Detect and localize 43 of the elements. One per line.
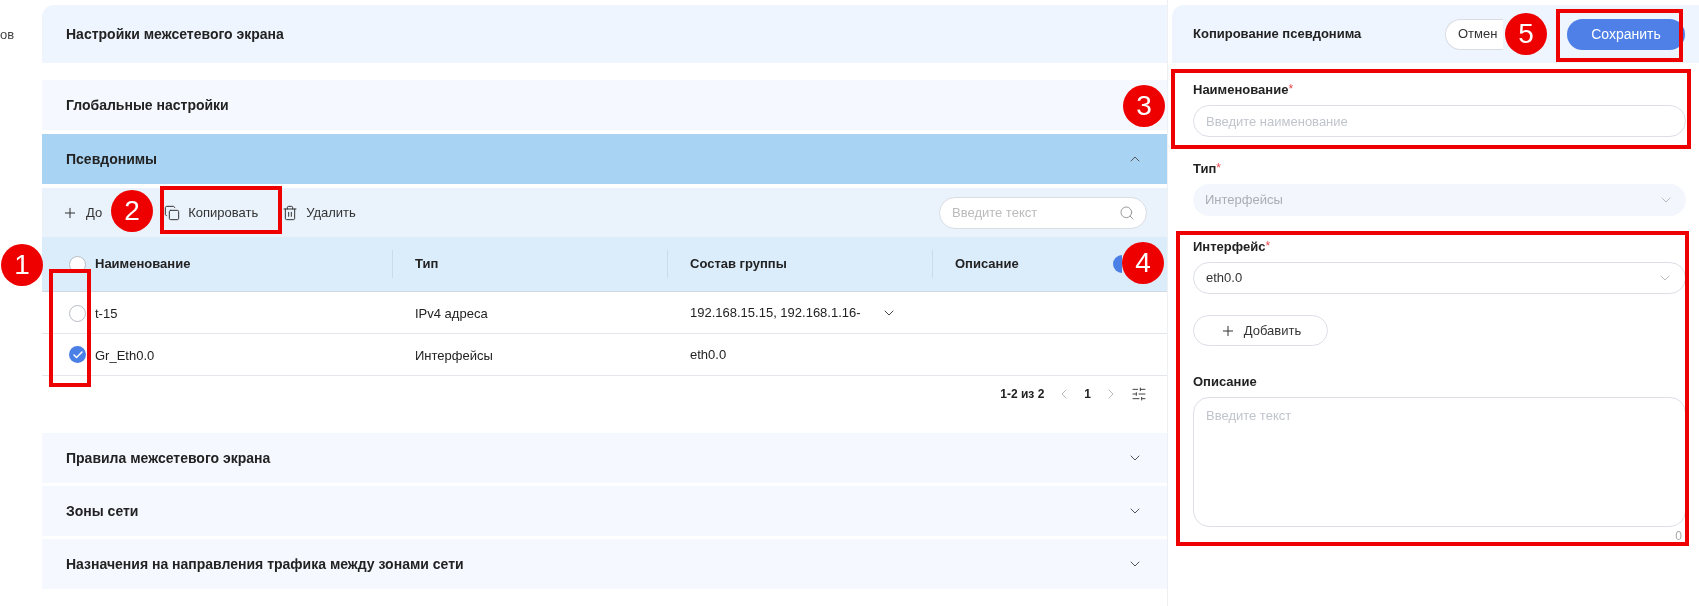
field-label: Тип (1193, 161, 1217, 176)
panel-title: Копирование псевдонима (1193, 25, 1362, 44)
table-cell: Интерфейсы (415, 347, 493, 363)
required-asterisk: * (1288, 82, 1294, 96)
character-counter: 0 (1675, 530, 1682, 542)
column-header: Тип (415, 255, 439, 274)
toolbar-button[interactable]: До (62, 202, 103, 223)
table-cell-text: 192.168.15.15, 192.168.1.16- (690, 303, 861, 322)
field-label: Описание (1193, 374, 1257, 389)
table-cell-text: eth0.0 (690, 345, 727, 364)
section-title: Правила межсетевого экрана (66, 448, 271, 468)
pagination-range: 1-2 из 2 (1000, 385, 1045, 403)
toolbar-button[interactable]: Копировать (164, 202, 259, 223)
save-button[interactable]: Сохранить (1567, 18, 1685, 50)
page-title: Настройки межсетевого экрана (66, 24, 284, 44)
section-title: Зоны сети (66, 501, 139, 521)
column-header: Состав группы (690, 255, 787, 274)
search-field[interactable]: Введите текст (939, 196, 1147, 229)
table-cell: t-15 (95, 305, 118, 321)
required-asterisk: * (1265, 239, 1271, 253)
select-field[interactable]: eth0.0 (1193, 262, 1686, 294)
table-cell: IPv4 адреса (415, 305, 488, 321)
field-label: Интерфейс (1193, 239, 1266, 254)
step-marker: 1 (1, 244, 43, 286)
section-title: Назначения на направления трафика между зонами сети (66, 554, 464, 574)
page-number[interactable]: 1 (1084, 384, 1091, 403)
column-header: Наименование (95, 255, 191, 274)
cancel-button[interactable]: Отмен (1445, 18, 1503, 50)
section-title: Псевдонимы (66, 149, 158, 169)
section-title: Глобальные настройки (66, 95, 229, 115)
accordion-header[interactable]: Назначения на направления трафика между зонами сети (42, 539, 1167, 589)
accordion-header[interactable]: Зоны сети (42, 486, 1167, 536)
table-cell: Gr_Eth0.0 (95, 347, 155, 363)
required-asterisk: * (1216, 161, 1221, 175)
accordion-header[interactable]: Псевдонимы (42, 134, 1167, 184)
name-input-field[interactable]: Введите наименование (1193, 105, 1686, 137)
toolbar-button[interactable]: Удалить (282, 202, 356, 223)
field-label: Наименование (1193, 82, 1289, 97)
column-header: Описание (955, 255, 1019, 274)
sidebar-label: ов (0, 26, 15, 44)
accordion-header[interactable]: Правила межсетевого экрана (42, 433, 1167, 483)
description-field[interactable]: Введите текст (1193, 397, 1686, 527)
add-button[interactable]: Добавить (1193, 315, 1328, 346)
